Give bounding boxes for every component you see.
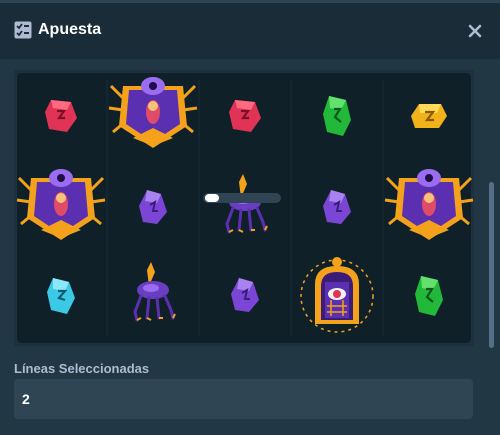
selected-lines-field[interactable]: 2 <box>14 379 473 419</box>
close-icon[interactable] <box>465 21 485 41</box>
selected-lines-label: Líneas Seleccionadas <box>14 361 150 376</box>
loading-bar <box>203 193 281 203</box>
scrollbar-thumb[interactable] <box>489 182 494 348</box>
modal-header: Apuesta <box>0 3 500 59</box>
bet-slip-icon <box>14 21 32 39</box>
slot-game-view[interactable] <box>14 70 474 346</box>
modal-title: Apuesta <box>38 21 102 38</box>
